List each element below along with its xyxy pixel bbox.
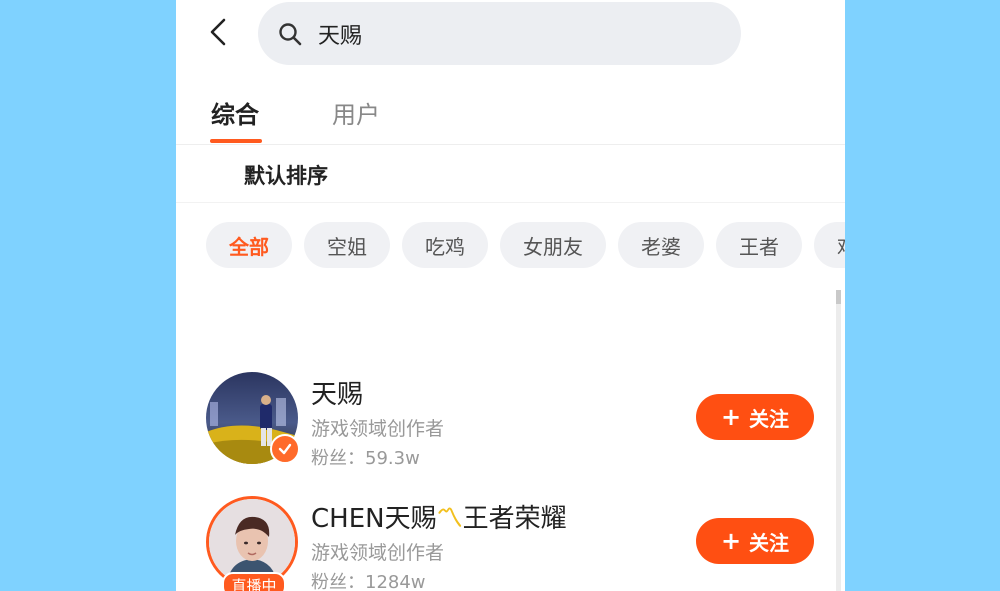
- user-name-suffix: 王者荣耀: [462, 504, 567, 534]
- app-screen: 天赐 综合 用户 默认排序 全部 空姐 吃鸡 女朋友 老婆 王者 鸡: [176, 0, 845, 591]
- back-button[interactable]: [198, 14, 238, 54]
- avatar[interactable]: 直播中: [206, 496, 298, 591]
- follower-count: 粉丝：1284w: [311, 572, 426, 591]
- avatar[interactable]: [206, 372, 300, 464]
- chevron-left-icon: [209, 17, 227, 51]
- divider: [176, 202, 845, 203]
- tab-users[interactable]: 用户: [332, 95, 380, 130]
- follow-button[interactable]: + 关注: [696, 518, 814, 564]
- chip-pubg[interactable]: 吃鸡: [402, 222, 488, 268]
- plus-icon: +: [720, 527, 742, 555]
- user-name[interactable]: 天赐: [311, 374, 363, 411]
- plus-icon: +: [720, 403, 742, 431]
- user-name-prefix: CHEN天赐: [311, 504, 437, 534]
- search-input[interactable]: 天赐: [258, 2, 741, 65]
- chip-girlfriend[interactable]: 女朋友: [500, 222, 606, 268]
- follow-label: 关注: [749, 406, 790, 431]
- search-icon: [278, 21, 304, 47]
- user-name[interactable]: CHEN天赐〽王者荣耀: [311, 498, 567, 535]
- tab-indicator: [210, 139, 262, 143]
- user-row[interactable]: 直播中 CHEN天赐〽王者荣耀 游戏领域创作者 粉丝：1284w + 关注: [206, 496, 816, 591]
- filter-chips: 全部 空姐 吃鸡 女朋友 老婆 王者 鸡: [206, 222, 845, 268]
- lightning-icon: 〽: [436, 504, 463, 534]
- follower-count: 粉丝：59.3w: [311, 448, 420, 469]
- user-description: 游戏领域创作者: [311, 418, 445, 440]
- chip-wife[interactable]: 老婆: [618, 222, 704, 268]
- chip-all[interactable]: 全部: [206, 222, 292, 268]
- chip-flight-attendant[interactable]: 空姐: [304, 222, 390, 268]
- sort-selector[interactable]: 默认排序: [244, 160, 328, 190]
- scrollbar-track[interactable]: [836, 290, 841, 591]
- tab-bar: 综合 用户: [176, 85, 845, 143]
- tab-comprehensive[interactable]: 综合: [211, 95, 259, 130]
- chip-partial[interactable]: 鸡: [814, 222, 845, 268]
- divider: [176, 144, 845, 145]
- scrollbar-thumb[interactable]: [836, 290, 841, 304]
- live-badge: 直播中: [222, 572, 286, 591]
- verified-badge-icon: [270, 434, 300, 464]
- chip-king[interactable]: 王者: [716, 222, 802, 268]
- follow-button[interactable]: + 关注: [696, 394, 814, 440]
- search-query: 天赐: [318, 23, 363, 49]
- user-description: 游戏领域创作者: [311, 542, 445, 564]
- follow-label: 关注: [749, 530, 790, 555]
- user-row[interactable]: 天赐 游戏领域创作者 粉丝：59.3w + 关注: [206, 372, 816, 472]
